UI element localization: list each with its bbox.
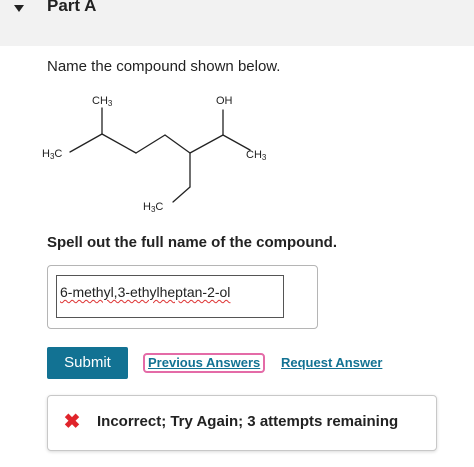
bond-c2-c3	[101, 133, 137, 154]
question-text: Name the compound shown below.	[47, 58, 281, 75]
bond-ethyl-ch3	[172, 186, 191, 203]
label-oh: OH	[216, 95, 233, 107]
answer-input[interactable]: 6-methyl,3-ethylheptan-2-ol	[56, 275, 284, 318]
previous-answers-link[interactable]: Previous Answers	[143, 353, 266, 373]
label-h3c-bottom: H3C	[143, 201, 163, 214]
part-header[interactable]: Part A	[0, 0, 474, 46]
collapse-triangle-icon[interactable]	[14, 5, 24, 12]
label-h3c-left: H3C	[42, 148, 62, 161]
molecule-structure: CH3 OH H3C CH3 H3C	[42, 95, 267, 214]
bond-left-methyl	[69, 133, 103, 153]
bond-c6-ch3	[222, 134, 251, 151]
answer-container: 6-methyl,3-ethylheptan-2-ol	[47, 265, 318, 329]
bond-c4-c5	[164, 134, 191, 154]
bond-c5-c6	[189, 134, 224, 154]
part-title: Part A	[47, 0, 97, 15]
bond-c3-c4	[135, 134, 166, 154]
x-icon: ✖	[63, 411, 81, 433]
instruction-text: Spell out the full name of the compound.	[47, 234, 337, 251]
label-ch3-right: CH3	[246, 149, 267, 162]
feedback-text: Incorrect; Try Again; 3 attempts remaini…	[97, 413, 399, 430]
submit-button[interactable]: Submit	[47, 347, 128, 379]
feedback-box: ✖ Incorrect; Try Again; 3 attempts remai…	[47, 395, 437, 451]
label-ch3-top: CH3	[92, 95, 113, 108]
request-answer-link[interactable]: Request Answer	[281, 355, 382, 371]
answer-value: 6-methyl,3-ethylheptan-2-ol	[60, 284, 231, 300]
